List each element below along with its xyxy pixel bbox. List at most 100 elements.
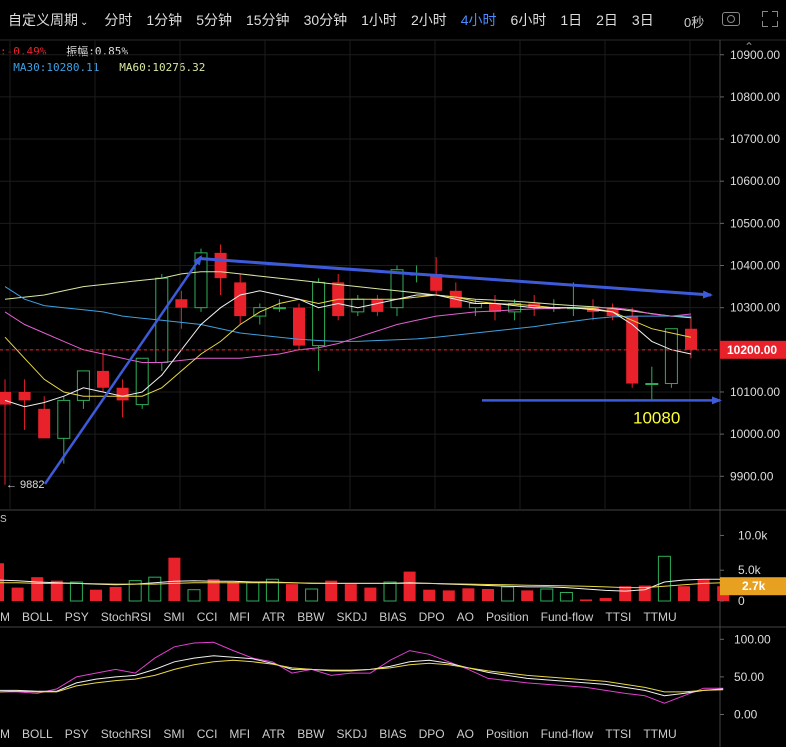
indicator-tab-2[interactable]: PSY [65, 610, 89, 624]
indicator-tab-0[interactable]: M [0, 727, 10, 741]
candle-body [135, 357, 149, 406]
volume-bar [50, 580, 63, 601]
indicator-tab-16[interactable]: TTMU [643, 727, 676, 741]
indicator-tab-10[interactable]: BIAS [379, 610, 406, 624]
timeframe-10[interactable]: 2日 [596, 10, 618, 30]
volume-bar [501, 586, 515, 602]
indicator-tab-1[interactable]: BOLL [22, 610, 53, 624]
indicator-tab-12[interactable]: AO [457, 727, 474, 741]
vol-panel-tag: S [0, 514, 7, 525]
candle-body [175, 299, 188, 308]
candle-body [626, 316, 639, 384]
vol-tick-label: 10.0k [738, 528, 768, 542]
indicator-tab-4[interactable]: SMI [163, 727, 184, 741]
indicator-tab-15[interactable]: TTSI [605, 727, 631, 741]
chart-svg[interactable]: 9900.00 10000.00 10100.00 10200.00 10300.00 1… [0, 0, 786, 747]
volume-bar [678, 586, 690, 601]
timeframe-6[interactable]: 2小时 [411, 10, 447, 30]
candle-body [468, 302, 482, 309]
low-marker: ← 9882 [6, 479, 45, 491]
volume-bar [31, 577, 44, 601]
indicator-tab-1[interactable]: BOLL [22, 727, 53, 741]
timeframe-9[interactable]: 1日 [560, 10, 582, 30]
timeframe-0[interactable]: 分时 [104, 10, 132, 30]
indicator-tab-7[interactable]: ATR [262, 727, 285, 741]
candle-body [489, 303, 501, 312]
indicator-tab-13[interactable]: Position [486, 727, 529, 741]
volume-bar [423, 589, 436, 601]
indicator-tab-3[interactable]: StochRSI [101, 727, 152, 741]
indicator-tab-14[interactable]: Fund-flow [541, 727, 594, 741]
indicator-tab-6[interactable]: MFI [229, 727, 250, 741]
candle-body [214, 252, 227, 279]
timeframe-1[interactable]: 1分钟 [146, 10, 182, 30]
indicator-tab-7[interactable]: ATR [262, 610, 285, 624]
custom-period-dropdown[interactable]: 自定义周期 ⌄ [8, 10, 88, 30]
camera-icon[interactable] [722, 12, 740, 26]
timeframe-3[interactable]: 15分钟 [246, 10, 290, 30]
vol-current-label: 2.7k [742, 579, 766, 593]
indicator-tab-14[interactable]: Fund-flow [541, 610, 594, 624]
vol-current-badge [720, 577, 786, 596]
timeframe-8[interactable]: 6小时 [511, 10, 547, 30]
candle-body [566, 307, 580, 310]
volume-bar [657, 555, 671, 602]
indicator-tab-12[interactable]: AO [457, 610, 474, 624]
timeframe-list: 分时 1分钟 5分钟 15分钟 30分钟 1小时 2小时 4小时 6小时 1日 2日 3日 [104, 10, 667, 30]
osc-line-0 [0, 641, 724, 704]
fullscreen-icon[interactable] [762, 11, 778, 27]
volume-bar [482, 589, 494, 601]
candle-body [390, 269, 404, 309]
indicator-tab-5[interactable]: CCI [197, 727, 218, 741]
indicator-tab-0[interactable]: M [0, 610, 10, 624]
price-tick-label: 10500.00 [730, 216, 780, 230]
indicator-tab-11[interactable]: DPO [419, 610, 445, 624]
indicator-tab-16[interactable]: TTMU [643, 610, 676, 624]
indicator-tab-9[interactable]: SKDJ [337, 610, 368, 624]
ma5-line [4, 290, 692, 408]
osc-tick-label: 0.00 [734, 707, 758, 721]
price-tick-label: 10300.00 [730, 301, 780, 315]
indicator-tab-11[interactable]: DPO [419, 727, 445, 741]
candle-body [528, 303, 541, 308]
indicator-tab-3[interactable]: StochRSI [101, 610, 152, 624]
uptrend-arrow [43, 255, 203, 485]
timeframe-7[interactable]: 4小时 [461, 10, 497, 30]
indicator-tab-15[interactable]: TTSI [605, 610, 631, 624]
volume-bar [0, 563, 4, 601]
vol-tick-label: 0 [738, 594, 745, 608]
indicator-tab-8[interactable]: BBW [297, 727, 324, 741]
vol-ma-line-2 [0, 582, 724, 589]
current-price-badge [720, 340, 786, 359]
volume-bar [11, 587, 24, 601]
volume-bar [383, 581, 397, 602]
volume-bar [265, 578, 279, 602]
resistance-arrow [200, 257, 713, 299]
price-tick-label: 10100.00 [730, 385, 780, 399]
volume-bar [69, 581, 83, 602]
price-tick-label: 10400.00 [730, 259, 780, 273]
indicator-tab-9[interactable]: SKDJ [337, 727, 368, 741]
volume-bar [559, 591, 573, 602]
timeframe-4[interactable]: 30分钟 [304, 10, 348, 30]
candle-body [508, 302, 522, 313]
timeframe-11[interactable]: 3日 [632, 10, 654, 30]
indicator-tab-13[interactable]: Position [486, 610, 529, 624]
indicator-tab-4[interactable]: SMI [163, 610, 184, 624]
candle-body [97, 370, 109, 388]
amplitude-value: 振幅:0.85% [66, 45, 128, 58]
candle-body [410, 273, 424, 276]
candle-body [116, 387, 129, 401]
candle-body [272, 307, 286, 310]
indicator-tab-8[interactable]: BBW [297, 610, 324, 624]
indicator-tab-10[interactable]: BIAS [379, 727, 406, 741]
collapse-icon[interactable]: ⌃ [744, 40, 754, 54]
indicator-tab-6[interactable]: MFI [229, 610, 250, 624]
timeframe-5[interactable]: 1小时 [361, 10, 397, 30]
candle-body [253, 307, 267, 317]
timeframe-2[interactable]: 5分钟 [196, 10, 232, 30]
indicator-tab-5[interactable]: CCI [197, 610, 218, 624]
candle-body [234, 282, 247, 317]
indicator-tab-2[interactable]: PSY [65, 727, 89, 741]
candle-body [38, 408, 51, 439]
